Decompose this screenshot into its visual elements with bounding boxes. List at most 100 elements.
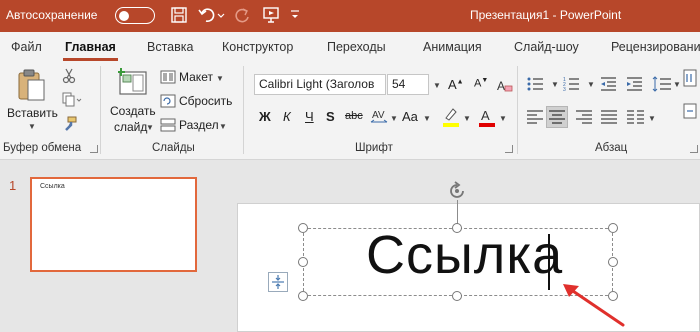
paragraph-group-label: Абзац [595, 142, 628, 154]
character-spacing-icon[interactable]: AV [370, 108, 392, 126]
font-size-dropdown-icon[interactable]: ▼ [433, 81, 441, 90]
strikethrough-button[interactable]: abc [345, 110, 363, 122]
svg-text:3: 3 [563, 87, 566, 92]
paragraph-launcher-icon[interactable] [690, 145, 698, 153]
window-title: Презентация1 - PowerPoint [470, 8, 622, 22]
columns-icon[interactable] [626, 109, 646, 125]
new-slide-label-line2[interactable]: слайд [114, 120, 147, 134]
italic-button[interactable]: К [283, 109, 291, 124]
ribbon-tabs: Файл Главная Вставка Конструктор Переход… [0, 32, 700, 62]
align-center-button[interactable] [546, 106, 568, 128]
resize-handle-left[interactable] [298, 257, 308, 267]
align-left-icon[interactable] [526, 109, 544, 125]
new-slide-icon[interactable] [118, 68, 148, 98]
layout-icon[interactable] [160, 70, 176, 84]
tab-home[interactable]: Главная [63, 40, 118, 61]
resize-handle-top[interactable] [452, 223, 462, 233]
change-case-dropdown-icon[interactable]: ▼ [423, 114, 431, 123]
bold-button[interactable]: Ж [259, 109, 271, 124]
resize-handle-top-left[interactable] [298, 223, 308, 233]
clipboard-group-label: Буфер обмена [3, 142, 82, 154]
text-cursor [548, 234, 550, 290]
rotate-handle-stem [457, 200, 458, 224]
columns-dropdown-icon[interactable]: ▼ [648, 114, 656, 123]
font-launcher-icon[interactable] [505, 145, 513, 153]
increase-indent-icon[interactable] [626, 76, 644, 92]
autosave-label: Автосохранение [6, 8, 98, 22]
tab-transitions[interactable]: Переходы [327, 40, 386, 54]
highlight-dropdown-icon[interactable]: ▼ [463, 114, 471, 123]
ribbon-separator [100, 66, 101, 154]
character-spacing-dropdown-icon[interactable]: ▼ [390, 114, 398, 123]
resize-handle-bottom[interactable] [452, 291, 462, 301]
justify-icon[interactable] [600, 109, 618, 125]
font-name-combo[interactable]: Calibri Light (Заголов [254, 74, 386, 95]
highlight-icon[interactable] [441, 106, 461, 128]
slide-thumbnail[interactable]: Ссылка [30, 177, 197, 272]
shadow-button[interactable]: S [326, 109, 335, 124]
section-dropdown-icon[interactable]: ▼ [219, 122, 227, 131]
clipboard-launcher-icon[interactable] [90, 145, 98, 153]
decrease-font-size-icon[interactable]: A▼ [474, 77, 488, 90]
font-color-icon[interactable]: A [477, 106, 497, 128]
slide-number: 1 [9, 178, 17, 193]
reset-icon[interactable] [160, 94, 176, 108]
text-direction-icon[interactable] [682, 68, 698, 88]
resize-handle-top-right[interactable] [608, 223, 618, 233]
bullets-icon[interactable] [527, 76, 549, 92]
rotate-handle-icon[interactable] [446, 180, 468, 202]
section-label[interactable]: Раздел [179, 118, 219, 132]
section-icon[interactable] [160, 118, 176, 132]
paste-icon[interactable] [16, 68, 46, 104]
start-slideshow-icon[interactable] [262, 6, 280, 24]
clear-formatting-icon[interactable]: A [497, 78, 513, 94]
slides-group-label: Слайды [152, 142, 195, 154]
font-color-dropdown-icon[interactable]: ▼ [499, 114, 507, 123]
align-text-icon[interactable] [682, 102, 698, 120]
decrease-indent-icon[interactable] [600, 76, 618, 92]
autofit-options-button[interactable] [268, 272, 288, 292]
toggle-knob [119, 10, 129, 21]
reset-label[interactable]: Сбросить [179, 94, 232, 108]
ribbon: Вставить ▼ Буфер обмена Создать слайд ▼ … [0, 62, 700, 160]
align-right-icon[interactable] [575, 109, 593, 125]
format-painter-icon[interactable] [62, 116, 78, 132]
new-slide-label-line1[interactable]: Создать [110, 104, 156, 118]
layout-dropdown-icon[interactable]: ▼ [216, 74, 224, 83]
change-case-icon[interactable]: Aa [402, 109, 418, 124]
cut-icon[interactable] [62, 68, 76, 84]
tab-animations[interactable]: Анимация [423, 40, 482, 54]
line-spacing-icon[interactable] [652, 76, 672, 92]
undo-icon[interactable] [198, 6, 226, 24]
layout-label[interactable]: Макет [179, 70, 213, 84]
font-size-combo[interactable]: 54 [387, 74, 429, 95]
line-spacing-dropdown-icon[interactable]: ▼ [673, 80, 681, 89]
copy-icon[interactable] [62, 92, 82, 108]
ribbon-separator [517, 66, 518, 154]
save-icon[interactable] [170, 6, 188, 24]
svg-text:A: A [497, 79, 505, 93]
resize-handle-right[interactable] [608, 257, 618, 267]
tab-file[interactable]: Файл [11, 40, 42, 54]
tab-insert[interactable]: Вставка [147, 40, 193, 54]
paste-dropdown-icon[interactable]: ▼ [28, 122, 36, 131]
title-bar: Автосохранение Презентация1 - PowerPoint [0, 0, 700, 32]
numbering-icon[interactable]: 123 [563, 76, 585, 92]
bullets-dropdown-icon[interactable]: ▼ [551, 80, 559, 89]
autosave-toggle[interactable] [115, 7, 155, 24]
increase-font-size-icon[interactable]: A▲ [448, 77, 464, 92]
tab-review[interactable]: Рецензирование [611, 40, 700, 54]
slide-text[interactable]: Ссылка [366, 224, 563, 286]
tab-slideshow[interactable]: Слайд-шоу [514, 40, 579, 54]
numbering-dropdown-icon[interactable]: ▼ [587, 80, 595, 89]
svg-text:A: A [481, 108, 490, 123]
paste-label[interactable]: Вставить [7, 106, 58, 120]
resize-handle-bottom-left[interactable] [298, 291, 308, 301]
font-group-label: Шрифт [355, 142, 393, 154]
new-slide-dropdown-icon[interactable]: ▼ [146, 123, 154, 132]
underline-button[interactable]: Ч [305, 109, 314, 124]
customize-toolbar-icon[interactable] [290, 9, 300, 21]
align-center-icon [549, 110, 565, 124]
redo-icon[interactable] [233, 6, 251, 24]
tab-design[interactable]: Конструктор [222, 40, 293, 54]
